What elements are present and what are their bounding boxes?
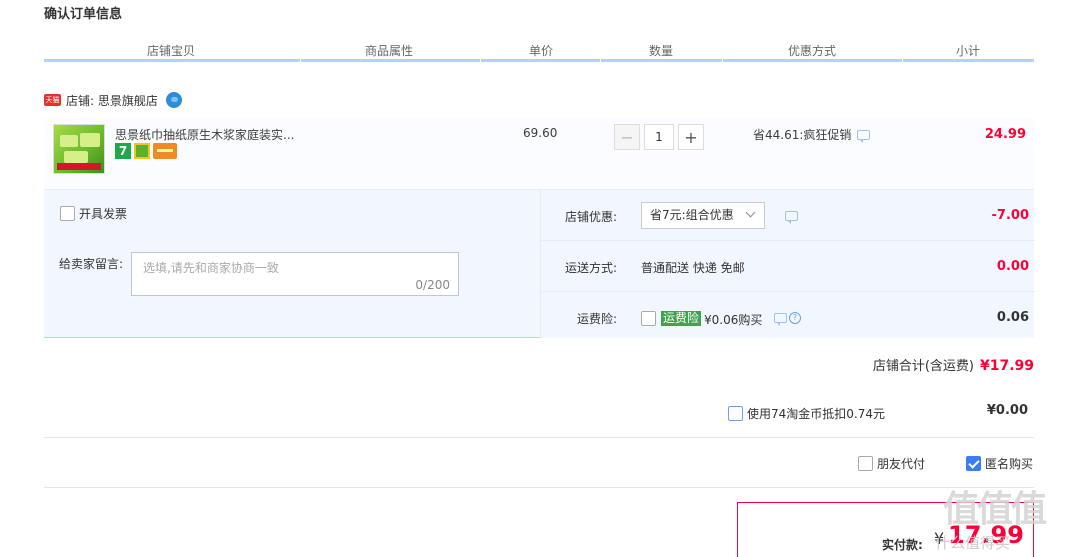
- insurance-icons: ?: [774, 312, 801, 326]
- watermark: 值值值 什么值得买: [935, 480, 1090, 557]
- comment-icon[interactable]: [774, 313, 787, 326]
- service-badges: 7: [115, 143, 177, 159]
- tmall-badge: 天猫: [44, 94, 61, 106]
- header-quantity: 数量: [649, 44, 674, 58]
- message-label: 给卖家留言:: [59, 257, 124, 271]
- shop-total-label: 店铺合计(含运费): [872, 359, 974, 374]
- shop-total-amount: ¥17.99: [979, 358, 1034, 374]
- comment-icon[interactable]: [857, 129, 871, 143]
- header-subtotal: 小计: [956, 44, 981, 58]
- coins-checkbox[interactable]: [728, 406, 743, 421]
- coins-option[interactable]: 使用74淘金币抵扣0.74元: [728, 405, 885, 422]
- shop-discount-amount: -7.00: [991, 208, 1029, 223]
- watermark-url: 什么值得买: [935, 534, 1011, 552]
- chevron-down-icon: [745, 207, 756, 218]
- shop-discount-select[interactable]: 省7元:组合优惠: [641, 202, 765, 229]
- insurance-label: 运费险:: [577, 312, 618, 326]
- friend-pay-checkbox[interactable]: [858, 456, 873, 471]
- order-options-panel: 开具发票 给卖家留言: 选填,请先和商家协商一致 0/200 店铺优惠: 省7元…: [44, 190, 1035, 338]
- wangwang-chat-icon[interactable]: [165, 92, 182, 108]
- anonymous-checkbox[interactable]: [966, 456, 981, 471]
- header-discount: 优惠方式: [788, 44, 837, 58]
- table-header: 店铺宝贝 商品属性 单价 数量 优惠方式 小计: [44, 40, 1034, 62]
- anonymous-option[interactable]: 匿名购买: [966, 455, 1033, 472]
- invoice-checkbox[interactable]: [60, 206, 75, 221]
- page-title: 确认订单信息: [44, 7, 123, 22]
- header-attributes: 商品属性: [365, 44, 414, 58]
- shop-discount-row: 店铺优惠: 省7元:组合优惠 -7.00: [541, 190, 1035, 241]
- shop-name[interactable]: 店铺: 思景旗舰店: [66, 92, 158, 109]
- coins-amount: ¥0.00: [986, 403, 1028, 418]
- credit-card-icon[interactable]: [153, 143, 177, 159]
- insurance-row: 运费险: 运费险 ¥0.06购买 ? 0.06: [541, 292, 1035, 338]
- friend-pay-option[interactable]: 朋友代付: [858, 455, 925, 472]
- shop-row: 天猫 店铺: 思景旗舰店: [44, 90, 182, 110]
- insurance-checkbox[interactable]: [641, 311, 656, 326]
- anonymous-label: 匿名购买: [985, 457, 1034, 471]
- item-subtotal: 24.99: [984, 127, 1026, 142]
- shop-discount-selected: 省7元:组合优惠: [650, 208, 734, 222]
- insurance-tag: 运费险: [661, 311, 702, 326]
- shop-total: 店铺合计(含运费) ¥17.99: [873, 355, 1034, 374]
- increase-button[interactable]: +: [678, 124, 704, 150]
- header-shop-item: 店铺宝贝: [147, 44, 196, 58]
- friend-pay-label: 朋友代付: [877, 457, 926, 471]
- message-textarea[interactable]: 选填,请先和商家协商一致 0/200: [131, 252, 459, 296]
- seven-day-return-icon[interactable]: 7: [115, 143, 131, 159]
- order-item-row: 思景纸巾抽纸原生木浆家庭装实... 7 69.60 − 1 + 省44.61:疯…: [44, 118, 1034, 190]
- shipping-label: 运送方式:: [565, 261, 618, 275]
- payment-options-row: 朋友代付 匿名购买: [44, 438, 1034, 488]
- insurance-amount: 0.06: [996, 310, 1029, 325]
- invoice-label: 开具发票: [79, 207, 128, 221]
- invoice-option[interactable]: 开具发票: [60, 205, 127, 222]
- decrease-button[interactable]: −: [614, 124, 640, 150]
- quantity-stepper: − 1 +: [614, 124, 704, 150]
- coins-row: 使用74淘金币抵扣0.74元 ¥0.00: [44, 389, 1034, 438]
- quantity-input[interactable]: 1: [644, 124, 674, 150]
- help-icon[interactable]: ?: [789, 312, 801, 324]
- shipping-row: 运送方式: 普通配送 快递 免邮 0.00: [541, 241, 1035, 292]
- shop-discount-label: 店铺优惠:: [565, 210, 618, 224]
- header-unit-price: 单价: [529, 44, 554, 58]
- shipping-amount: 0.00: [996, 259, 1029, 274]
- message-char-count: 0/200: [415, 278, 450, 292]
- options-right: 店铺优惠: 省7元:组合优惠 -7.00 运送方式: 普通配送 快递 免邮 0.…: [540, 190, 1035, 338]
- payment-label: 实付款:: [882, 538, 923, 552]
- promotion-text: 省44.61:疯狂促销: [753, 128, 852, 142]
- shipping-method: 普通配送 快递 免邮: [641, 261, 745, 275]
- comment-icon[interactable]: [785, 211, 798, 224]
- message-placeholder: 选填,请先和商家协商一致: [143, 261, 279, 275]
- insurance-price: ¥0.06购买: [704, 313, 763, 327]
- guarantee-icon[interactable]: [134, 143, 150, 159]
- options-left: 开具发票 给卖家留言: 选填,请先和商家协商一致 0/200: [44, 190, 539, 338]
- unit-price: 69.60: [523, 126, 558, 140]
- coins-label: 使用74淘金币抵扣0.74元: [747, 407, 885, 421]
- promotion-info: 省44.61:疯狂促销: [753, 126, 871, 143]
- product-thumbnail[interactable]: [53, 124, 105, 174]
- watermark-logo: 值值值: [943, 489, 1047, 530]
- product-title[interactable]: 思景纸巾抽纸原生木浆家庭装实...: [115, 126, 294, 143]
